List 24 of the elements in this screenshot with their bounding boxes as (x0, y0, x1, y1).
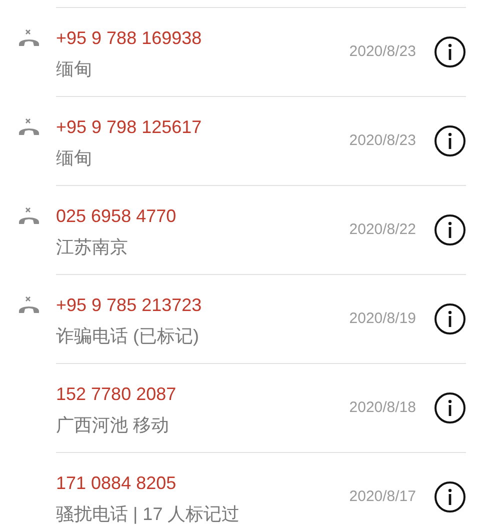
info-button[interactable] (434, 481, 466, 513)
phone-number: +95 9 798 125617 (56, 116, 203, 138)
call-date: 2020/8/22 (349, 220, 416, 240)
info-button[interactable] (434, 303, 466, 335)
phone-number: 152 7780 2087 (56, 382, 178, 404)
phone-number: 171 0884 8205 (56, 472, 178, 494)
info-button[interactable] (434, 214, 466, 246)
caller-location: 缅甸 (56, 146, 93, 168)
caller-location: 骚扰电话 | 17 人标记过 (56, 502, 241, 524)
call-date: 2020/8/17 (349, 486, 416, 507)
caller-location: 诈骗电话 (已标记) (56, 324, 200, 346)
info-button[interactable] (434, 125, 466, 157)
info-button[interactable] (434, 36, 466, 68)
caller-location: 广西河池 移动 (56, 414, 170, 436)
caller-location: 江苏南京 (56, 236, 129, 258)
call-date: 2020/8/23 (349, 42, 416, 62)
caller-location: 缅甸 (56, 58, 93, 80)
phone-number: +95 9 788 169938 (56, 26, 203, 48)
info-button[interactable] (434, 392, 466, 424)
call-date: 2020/8/18 (349, 398, 416, 418)
call-date: 2020/8/19 (349, 308, 416, 329)
call-date: 2020/8/23 (349, 130, 416, 151)
phone-number: +95 9 785 213723 (56, 294, 203, 316)
phone-number: 025 6958 4770 (56, 204, 178, 226)
